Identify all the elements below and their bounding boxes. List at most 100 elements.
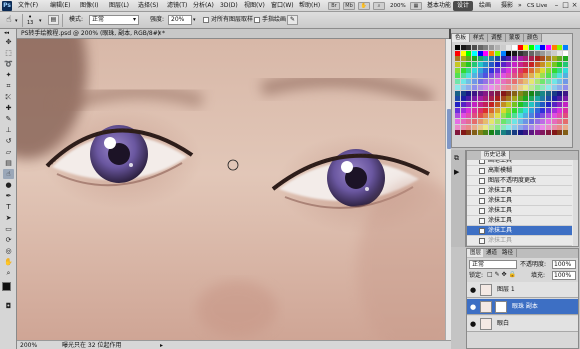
color-swatch[interactable] <box>540 67 546 73</box>
menu-help[interactable]: 帮助(H) <box>299 0 320 12</box>
color-swatch[interactable] <box>534 118 540 124</box>
color-swatch[interactable] <box>494 124 500 130</box>
color-swatch[interactable] <box>517 79 523 85</box>
history-item[interactable]: 高斯模糊 <box>467 166 572 176</box>
color-swatch[interactable] <box>494 45 500 50</box>
color-swatch[interactable] <box>466 56 472 62</box>
color-swatch[interactable] <box>511 73 517 79</box>
minimize-icon[interactable]: – <box>552 1 561 10</box>
color-swatch[interactable] <box>489 101 495 107</box>
color-swatch[interactable] <box>466 90 472 96</box>
color-swatch[interactable] <box>557 62 563 68</box>
color-swatch[interactable] <box>546 90 551 96</box>
color-swatch[interactable] <box>477 62 483 68</box>
color-swatch[interactable] <box>546 45 551 50</box>
color-swatch[interactable] <box>528 113 534 119</box>
zoom-tool-button[interactable]: ⌕ <box>373 2 385 10</box>
color-swatch[interactable] <box>489 79 495 85</box>
mode-select[interactable]: 正常 ▾ <box>89 15 139 25</box>
color-swatch[interactable] <box>517 45 523 50</box>
color-swatch[interactable] <box>563 50 569 56</box>
color-swatch[interactable] <box>551 79 557 85</box>
color-swatch[interactable] <box>489 107 495 113</box>
color-swatch[interactable] <box>494 67 500 73</box>
color-swatch[interactable] <box>523 67 529 73</box>
menu-view[interactable]: 视图(V) <box>244 0 265 12</box>
color-swatch[interactable] <box>563 90 569 96</box>
color-swatch[interactable] <box>466 101 472 107</box>
color-swatch[interactable] <box>534 84 540 90</box>
color-swatch[interactable] <box>523 118 529 124</box>
color-swatch[interactable] <box>500 56 506 62</box>
color-swatch[interactable] <box>528 96 534 102</box>
color-swatch[interactable] <box>540 79 546 85</box>
color-swatch[interactable] <box>517 101 523 107</box>
workspace-design[interactable]: 设计 <box>453 1 474 11</box>
color-swatch[interactable] <box>511 113 517 119</box>
color-swatch[interactable] <box>557 113 563 119</box>
color-swatch[interactable] <box>546 130 551 136</box>
color-swatch[interactable] <box>489 45 495 50</box>
color-swatch[interactable] <box>500 118 506 124</box>
color-swatch[interactable] <box>506 73 512 79</box>
color-swatch[interactable] <box>511 96 517 102</box>
color-swatch[interactable] <box>489 96 495 102</box>
color-swatch[interactable] <box>511 130 517 136</box>
color-swatch[interactable] <box>563 101 569 107</box>
color-swatch[interactable] <box>551 45 557 50</box>
color-swatch[interactable] <box>460 84 466 90</box>
color-swatch[interactable] <box>455 62 460 68</box>
color-swatch[interactable] <box>506 84 512 90</box>
color-swatch[interactable] <box>500 130 506 136</box>
minibridge-button[interactable]: Mb <box>343 2 355 10</box>
color-swatch[interactable] <box>500 50 506 56</box>
color-swatch[interactable] <box>528 118 534 124</box>
color-swatch[interactable] <box>523 84 529 90</box>
color-swatch[interactable] <box>500 90 506 96</box>
menu-filter[interactable]: 滤镜(T) <box>167 0 187 12</box>
color-swatch[interactable] <box>506 79 512 85</box>
color-swatch[interactable] <box>494 79 500 85</box>
color-swatch[interactable] <box>483 62 489 68</box>
color-swatch[interactable] <box>460 56 466 62</box>
color-swatch[interactable] <box>557 96 563 102</box>
color-swatch[interactable] <box>534 107 540 113</box>
color-swatch[interactable] <box>551 62 557 68</box>
color-swatch[interactable] <box>563 107 569 113</box>
layer-row[interactable]: ● 图层 1 <box>467 282 578 298</box>
color-swatch[interactable] <box>540 118 546 124</box>
color-swatch[interactable] <box>500 62 506 68</box>
color-swatch[interactable] <box>523 124 529 130</box>
layer-row[interactable]: ● 眼珠 副本 <box>467 299 578 315</box>
strength-input[interactable]: 20% <box>168 15 192 25</box>
clone-stamp-tool-icon[interactable]: ⊥ <box>3 125 14 135</box>
color-swatch[interactable] <box>523 56 529 62</box>
history-item[interactable]: 涂抹工具 <box>467 216 572 226</box>
color-swatch[interactable] <box>472 113 478 119</box>
tab-color[interactable]: 颜色 <box>524 34 543 42</box>
color-swatch[interactable] <box>511 79 517 85</box>
color-swatch[interactable] <box>477 90 483 96</box>
color-swatch[interactable] <box>557 79 563 85</box>
pressure-icon[interactable]: ✎ <box>287 15 298 25</box>
3d-rotate-tool-icon[interactable]: ⟳ <box>3 235 14 245</box>
color-swatch[interactable] <box>494 84 500 90</box>
color-swatch[interactable] <box>546 107 551 113</box>
color-swatch[interactable] <box>489 56 495 62</box>
fill-input[interactable]: 100% <box>552 271 576 280</box>
color-swatch[interactable] <box>494 96 500 102</box>
color-swatch[interactable] <box>466 113 472 119</box>
tab-masks[interactable]: 蒙版 <box>506 34 525 42</box>
color-swatch[interactable] <box>500 67 506 73</box>
color-swatch[interactable] <box>483 79 489 85</box>
color-swatch[interactable] <box>534 79 540 85</box>
color-swatch[interactable] <box>557 73 563 79</box>
color-swatch[interactable] <box>455 107 460 113</box>
color-swatch[interactable] <box>517 84 523 90</box>
color-swatch[interactable] <box>563 56 569 62</box>
color-swatch[interactable] <box>466 96 472 102</box>
color-swatch[interactable] <box>500 107 506 113</box>
color-swatch[interactable] <box>506 96 512 102</box>
eyedropper-tool-icon[interactable]: ⤪ <box>3 92 14 102</box>
brush-size[interactable]: 13 <box>27 20 33 26</box>
